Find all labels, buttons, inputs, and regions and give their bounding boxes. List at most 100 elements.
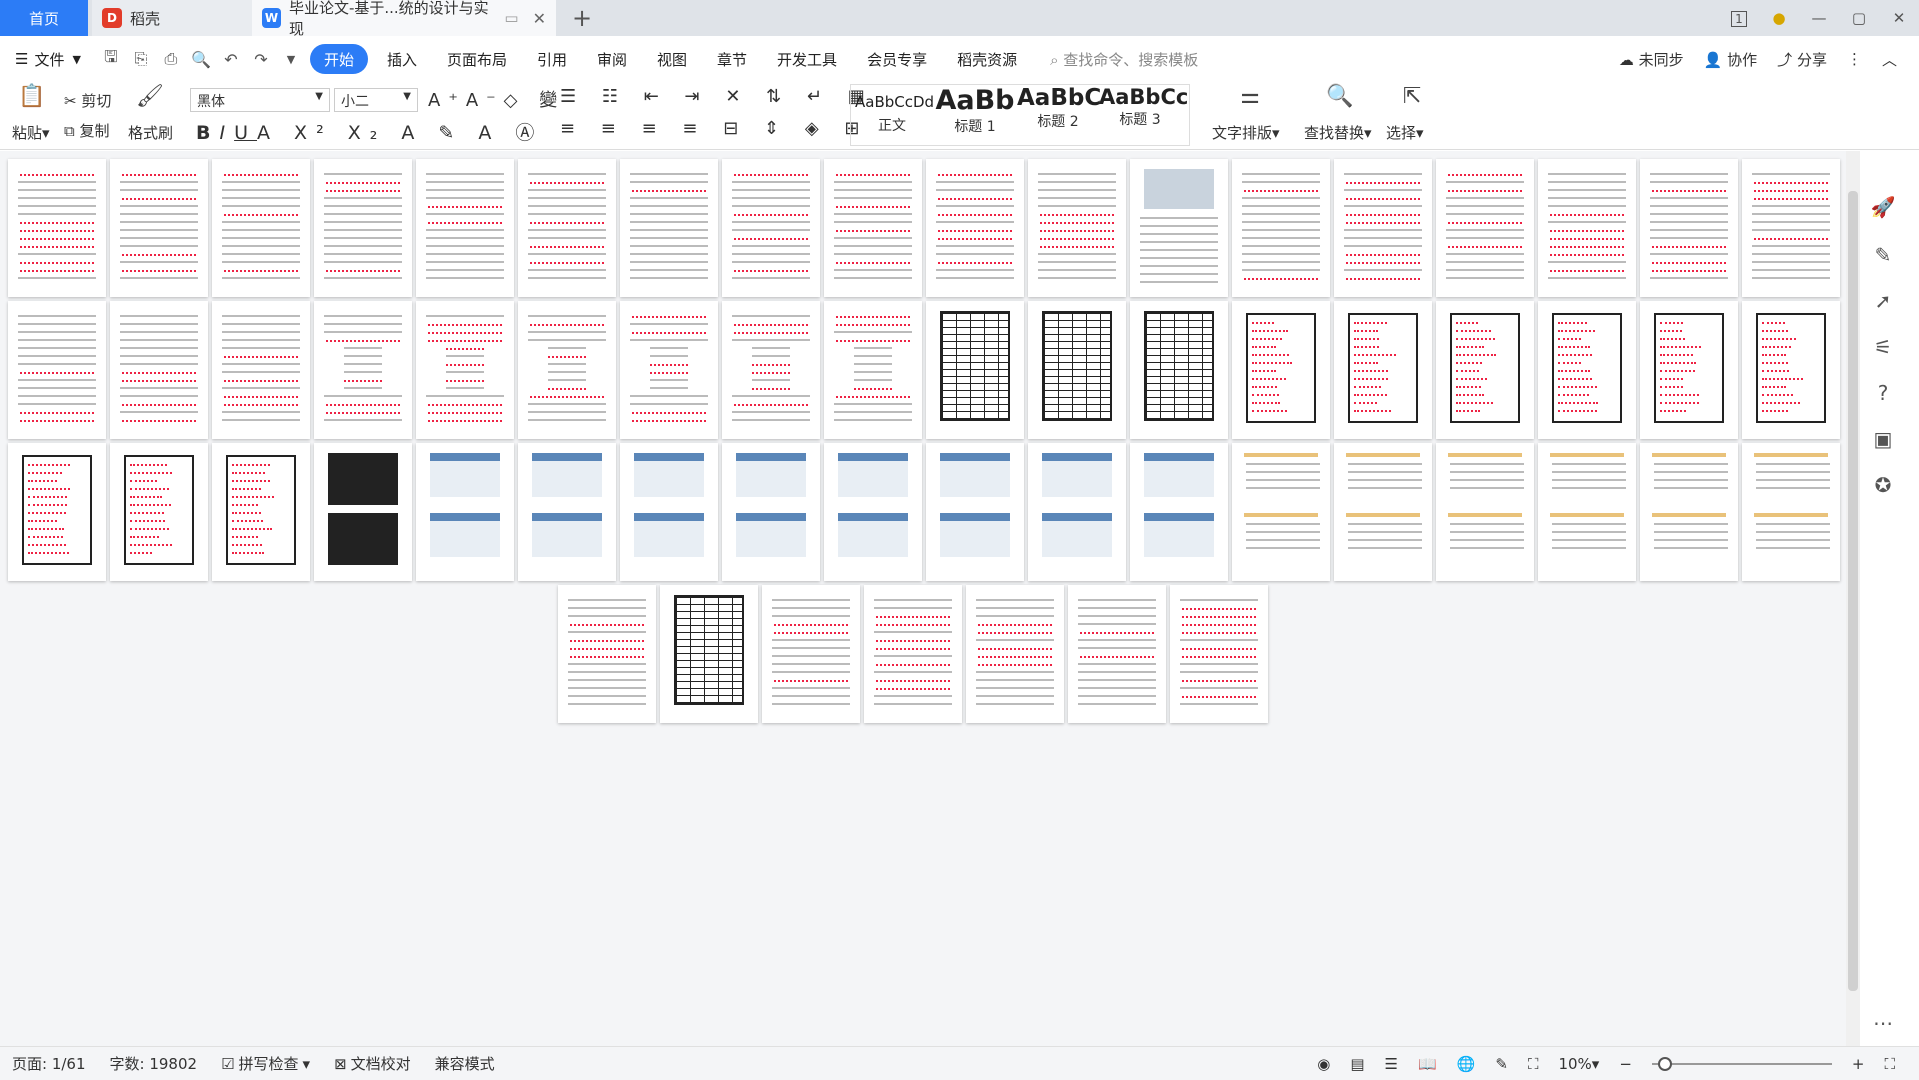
find-replace-icon[interactable]: 🔍 [1326, 84, 1354, 112]
tab-daoke[interactable]: D 稻壳 [92, 0, 252, 36]
page-thumbnail[interactable] [620, 159, 718, 297]
page-thumbnail[interactable] [1170, 585, 1268, 723]
zoom-in-icon[interactable]: + [1852, 1055, 1865, 1073]
share-button[interactable]: ⤴ 分享 [1777, 49, 1827, 70]
style-heading1[interactable]: AaBb 标题 1 [935, 85, 1015, 136]
page-thumbnail[interactable] [824, 301, 922, 439]
zoom-out-icon[interactable]: − [1619, 1055, 1632, 1073]
page-thumbnail[interactable] [110, 443, 208, 581]
page-thumbnail[interactable] [314, 159, 412, 297]
add-tab-button[interactable]: + [572, 4, 592, 32]
tab-references[interactable]: 引用 [522, 44, 582, 74]
zoom-level[interactable]: 10%▾ [1558, 1055, 1599, 1073]
page-thumbnail[interactable] [518, 159, 616, 297]
rocket-icon[interactable]: 🚀 [1869, 195, 1897, 223]
page-thumbnail[interactable] [212, 301, 310, 439]
print-icon[interactable]: ⎙ [159, 47, 183, 71]
style-heading3[interactable]: AaBbCc 标题 3 [1099, 85, 1181, 129]
customize-icon[interactable]: ▼ [279, 47, 303, 71]
page-thumbnail[interactable] [110, 159, 208, 297]
page-thumbnail[interactable] [8, 443, 106, 581]
redo-icon[interactable]: ↷ [249, 47, 273, 71]
page-thumbnail[interactable] [314, 301, 412, 439]
format-painter-icon[interactable]: 🖌 [136, 84, 164, 112]
page-thumbnail[interactable] [416, 301, 514, 439]
web-view-icon[interactable]: 🌐 [1457, 1055, 1476, 1073]
tab-developer[interactable]: 开发工具 [762, 44, 852, 74]
page-thumbnail[interactable] [416, 159, 514, 297]
page-thumbnail[interactable] [416, 443, 514, 581]
spell-check-button[interactable]: ☑ 拼写检查 ▾ [209, 1053, 322, 1074]
page-thumbnail[interactable] [8, 301, 106, 439]
close-window-icon[interactable]: ✕ [1879, 9, 1919, 27]
font-size-select[interactable]: 小二 ▼ [334, 88, 418, 112]
find-replace-button[interactable]: 查找替换▾ [1304, 122, 1372, 143]
page-thumbnail[interactable] [1028, 301, 1126, 439]
page-thumbnail[interactable] [824, 159, 922, 297]
page-thumbnail[interactable] [1232, 159, 1330, 297]
page-thumbnail[interactable] [762, 585, 860, 723]
page-thumbnail[interactable] [1028, 443, 1126, 581]
page-thumbnail[interactable] [1232, 443, 1330, 581]
tab-section[interactable]: 章节 [702, 44, 762, 74]
page-thumbnail[interactable] [212, 159, 310, 297]
page-thumbnail[interactable] [1436, 301, 1534, 439]
page-thumbnail[interactable] [1742, 159, 1840, 297]
tab-view[interactable]: 视图 [642, 44, 702, 74]
window-count-icon[interactable]: 1 [1719, 9, 1759, 27]
page-thumbnail[interactable] [722, 159, 820, 297]
tab-daoke-resources[interactable]: 稻壳资源 [942, 44, 1032, 74]
minimize-icon[interactable]: — [1799, 9, 1839, 27]
page-view-icon[interactable]: ▤ [1350, 1055, 1364, 1073]
page-thumbnail[interactable] [1640, 443, 1738, 581]
print-preview-icon[interactable]: 🔍 [189, 47, 213, 71]
more-icon[interactable]: ⋮ [1847, 50, 1862, 68]
page-thumbnail[interactable] [660, 585, 758, 723]
cursor-icon[interactable]: ➚ [1869, 289, 1897, 317]
page-indicator[interactable]: 页面: 1/61 [0, 1053, 98, 1074]
font-name-select[interactable]: 黑体 ▼ [190, 88, 330, 112]
command-search[interactable]: ⌕ 查找命令、搜索模板 [1050, 49, 1198, 70]
page-thumbnail[interactable] [926, 443, 1024, 581]
page-thumbnail[interactable] [722, 301, 820, 439]
text-layout-icon[interactable]: ⚌ [1236, 84, 1264, 112]
page-thumbnail[interactable] [110, 301, 208, 439]
page-thumbnail[interactable] [620, 443, 718, 581]
document-canvas[interactable] [0, 151, 1846, 1046]
save-icon[interactable]: 🖫 [99, 47, 123, 71]
settings-sliders-icon[interactable]: ⚟ [1869, 335, 1897, 363]
format-painter-button[interactable]: 格式刷 [128, 122, 173, 143]
page-thumbnail[interactable] [722, 443, 820, 581]
style-normal[interactable]: AaBbCcDd 正文 [855, 85, 929, 135]
page-thumbnail[interactable] [518, 443, 616, 581]
page-thumbnail[interactable] [1742, 301, 1840, 439]
tab-member[interactable]: 会员专享 [852, 44, 942, 74]
collab-button[interactable]: 👤 协作 [1704, 49, 1757, 70]
page-thumbnail[interactable] [1130, 443, 1228, 581]
list-tools[interactable]: ☰ ☷ ⇤ ⇥ ✕ ⇅ ↵ ▦ [560, 86, 875, 107]
avatar[interactable]: ● [1759, 9, 1799, 27]
more-dots-icon[interactable]: ⋯ [1869, 1011, 1897, 1039]
tab-layout[interactable]: 页面布局 [432, 44, 522, 74]
page-thumbnail[interactable] [1742, 443, 1840, 581]
tab-document[interactable]: W 毕业论文-基于...统的设计与实现 ▭ ✕ [252, 0, 556, 36]
style-heading2[interactable]: AaBbC 标题 2 [1017, 85, 1099, 131]
vertical-scrollbar[interactable] [1846, 151, 1860, 1046]
cut-button[interactable]: ✂ 剪切 [64, 90, 111, 111]
collapse-ribbon-icon[interactable]: ︿ [1882, 49, 1897, 70]
tab-start[interactable]: 开始 [310, 44, 368, 74]
page-thumbnail[interactable] [824, 443, 922, 581]
zoom-slider-knob[interactable] [1658, 1057, 1672, 1071]
eye-protection-icon[interactable]: ◉ [1317, 1055, 1330, 1073]
select-button[interactable]: 选择▾ [1386, 122, 1424, 143]
page-thumbnail[interactable] [314, 443, 412, 581]
export-icon[interactable]: ⎘ [129, 47, 153, 71]
page-thumbnail[interactable] [864, 585, 962, 723]
reading-view-icon[interactable]: 📖 [1418, 1055, 1437, 1073]
select-cursor-icon[interactable]: ⇱ [1398, 84, 1426, 112]
tab-insert[interactable]: 插入 [372, 44, 432, 74]
page-thumbnail[interactable] [1334, 301, 1432, 439]
page-thumbnail[interactable] [558, 585, 656, 723]
page-thumbnail[interactable] [966, 585, 1064, 723]
page-thumbnail[interactable] [1640, 301, 1738, 439]
